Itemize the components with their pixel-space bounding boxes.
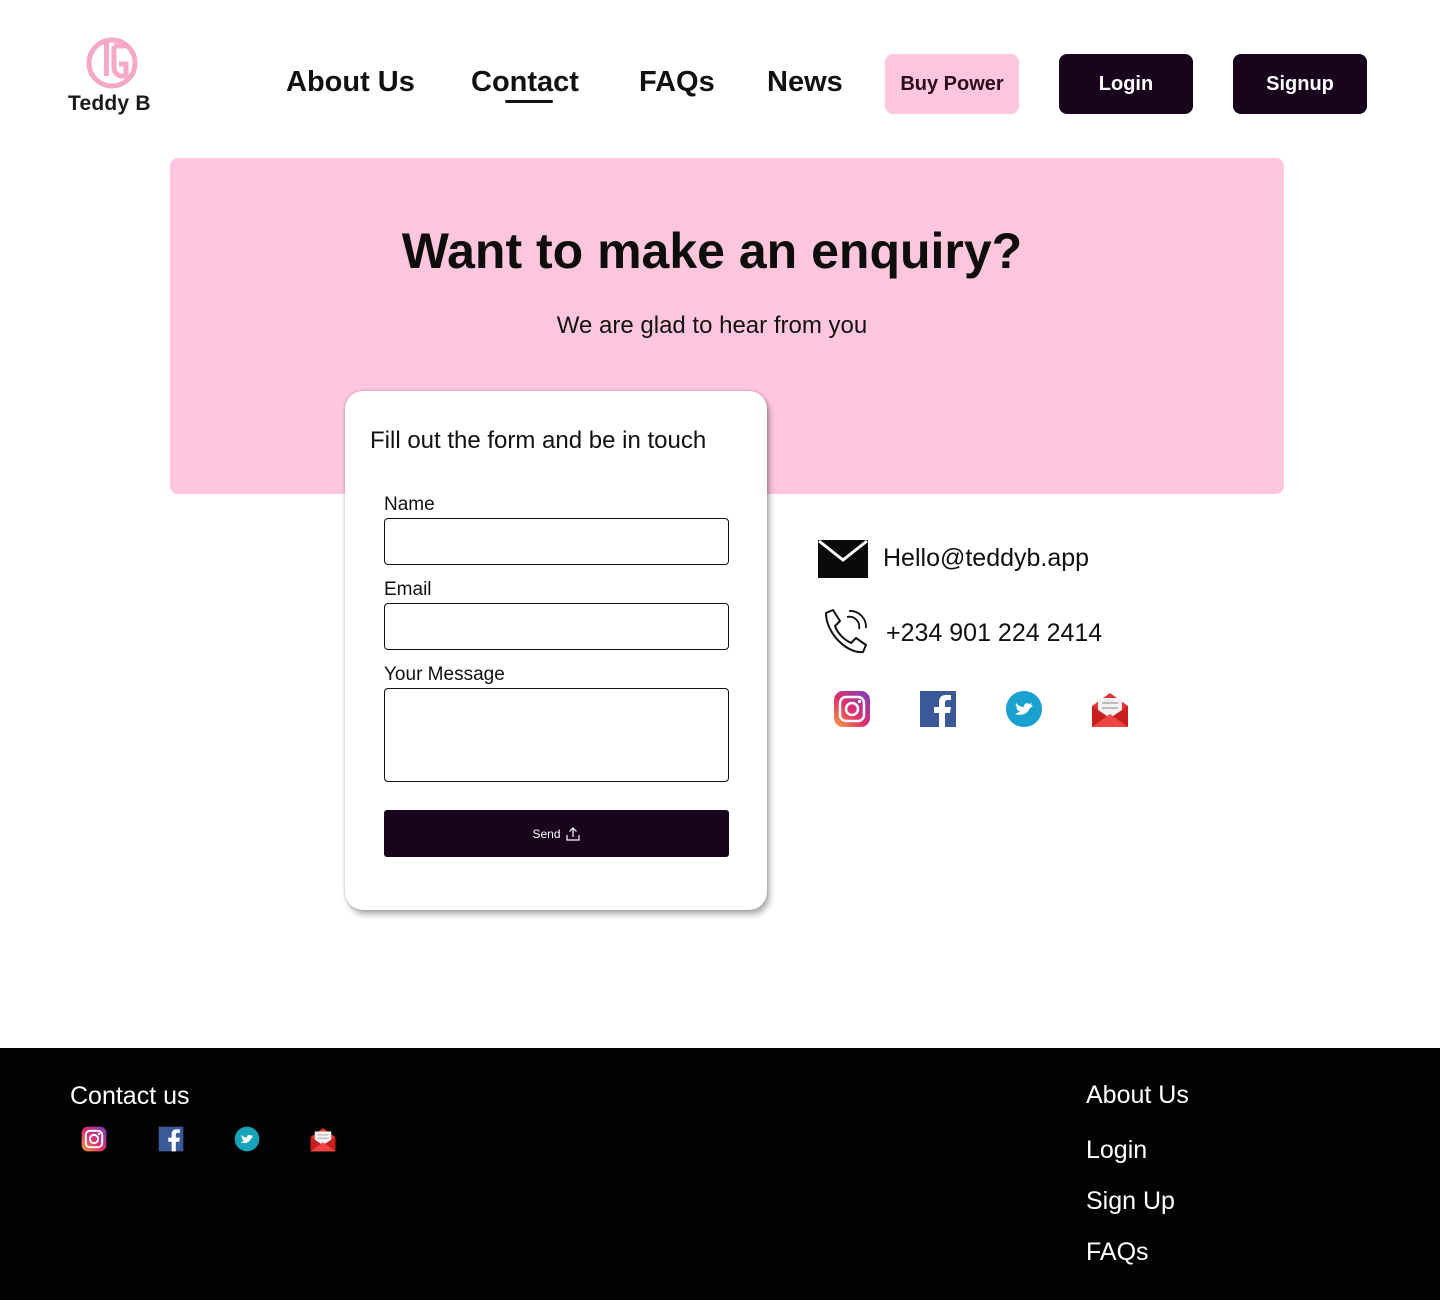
footer-mail-icon[interactable] [310, 1126, 336, 1152]
footer-instagram-icon[interactable] [81, 1126, 107, 1152]
instagram-icon[interactable] [833, 690, 871, 728]
hero-title: Want to make an enquiry? [401, 223, 1023, 279]
nav-link-news[interactable]: News [767, 66, 843, 99]
contact-email: Hello@teddyb.app [883, 543, 1090, 572]
email-input[interactable] [384, 603, 729, 650]
footer-link-login[interactable]: Login [1086, 1136, 1147, 1165]
login-button[interactable]: Login [1059, 54, 1193, 114]
footer-contact-title: Contact us [70, 1082, 190, 1110]
nav-link-contact[interactable]: Contact [471, 66, 579, 99]
phone-icon [825, 609, 867, 654]
nav-link-about-us[interactable]: About Us [286, 66, 415, 99]
envelope-icon [818, 539, 868, 578]
name-label: Name [384, 494, 435, 515]
contact-phone: +234 901 224 2414 [886, 618, 1103, 647]
logo-icon [86, 37, 138, 89]
upload-icon [565, 826, 580, 841]
twitter-icon[interactable] [1005, 690, 1043, 728]
email-label: Email [384, 579, 432, 600]
contact-phone-row[interactable]: +234 901 224 2414 [818, 607, 1102, 659]
footer-link-faqs[interactable]: FAQs [1086, 1238, 1149, 1267]
mail-icon[interactable] [1091, 690, 1129, 728]
nav-link-faqs[interactable]: FAQs [639, 66, 715, 99]
send-button[interactable]: Send [384, 810, 729, 857]
footer-link-sign-up[interactable]: Sign Up [1086, 1187, 1175, 1216]
brand-logo[interactable]: Teddy B [66, 36, 160, 118]
send-button-label: Send [532, 826, 561, 841]
buy-power-button[interactable]: Buy Power [885, 54, 1019, 114]
contact-email-row[interactable]: Hello@teddyb.app [818, 538, 1089, 578]
contact-form-card: Fill out the form and be in touch Name E… [345, 391, 767, 910]
footer-link-about-us[interactable]: About Us [1086, 1081, 1189, 1110]
footer [0, 1048, 1440, 1300]
hero-subtitle: We are glad to hear from you [556, 312, 868, 339]
facebook-icon[interactable] [919, 690, 957, 728]
message-textarea[interactable] [384, 688, 729, 782]
signup-button[interactable]: Signup [1233, 54, 1367, 114]
footer-twitter-icon[interactable] [234, 1126, 260, 1152]
nav-active-indicator [505, 100, 553, 103]
name-input[interactable] [384, 518, 729, 565]
form-title: Fill out the form and be in touch [370, 427, 707, 454]
brand-name: Teddy B [68, 92, 151, 115]
footer-facebook-icon[interactable] [158, 1126, 184, 1152]
message-label: Your Message [384, 664, 505, 685]
